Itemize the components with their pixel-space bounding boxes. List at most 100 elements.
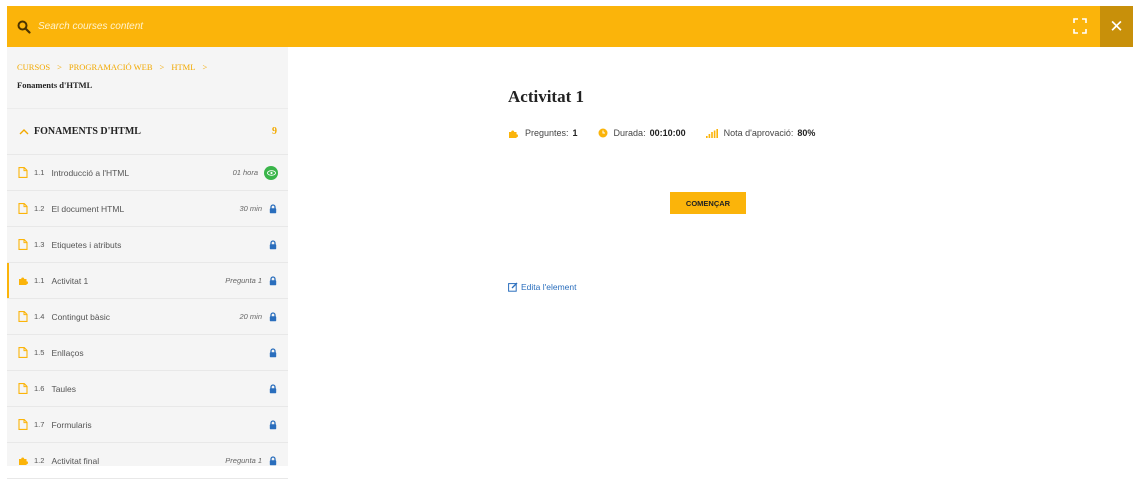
search-input[interactable] (36, 20, 340, 33)
lesson-status (268, 419, 278, 430)
section-title: Fonaments d'HTML (34, 126, 141, 137)
lesson-item[interactable]: 1.6 Taules (7, 371, 288, 407)
lesson-title: Enllaços (51, 347, 84, 358)
puzzle-icon (18, 455, 28, 466)
lock-icon (268, 203, 278, 214)
edit-icon (508, 282, 518, 292)
breadcrumb-separator: > (57, 62, 62, 72)
breadcrumb: Cursos > Programació Web > HTML > (7, 47, 288, 72)
lesson-number: 1.1 (34, 276, 45, 285)
lesson-status: 30 min (239, 203, 278, 214)
pass-value: 80% (797, 128, 816, 138)
main-content: Activitat 1 Preguntes: 1 Durada: 00:10:0… (288, 47, 1133, 466)
lesson-status (268, 239, 278, 250)
search-icon (17, 20, 31, 34)
lock-icon (268, 455, 278, 466)
close-icon: ✕ (1109, 16, 1124, 37)
duration-info: Durada: 00:10:00 (598, 128, 686, 138)
preview-eye-icon[interactable] (264, 165, 278, 180)
lesson-number: 1.5 (34, 348, 45, 357)
lesson-status: 20 min (239, 311, 278, 322)
page-icon (18, 239, 28, 250)
lesson-number: 1.2 (34, 456, 45, 465)
lesson-title: Formularis (51, 419, 92, 430)
lesson-title: Activitat 1 (51, 275, 89, 286)
puzzle-icon (509, 130, 518, 138)
questions-value: 1 (572, 128, 578, 138)
section-count: 9 (272, 126, 277, 137)
page-icon (18, 419, 28, 430)
lesson-title: Activitat final (51, 455, 100, 466)
lesson-item[interactable]: 1.1 Introducció a l'HTML 01 hora (7, 155, 288, 191)
duration-value: 00:10:00 (649, 128, 686, 138)
lock-icon (268, 383, 278, 394)
page-icon (18, 311, 28, 322)
passing-grade-info: Nota d'aprovació: 80% (705, 128, 816, 138)
breadcrumb-separator: > (159, 62, 165, 72)
duration-label: Durada: (613, 128, 646, 138)
lesson-item[interactable]: 1.3 Etiquetes i atributs (7, 227, 288, 263)
breadcrumb-area: Cursos > Programació Web > HTML > Fonaments d… (7, 47, 288, 109)
lesson-meta: Pregunta 1 (225, 276, 262, 285)
lesson-title: El document HTML (51, 203, 125, 214)
clock-icon (598, 128, 608, 138)
lesson-status (268, 383, 278, 394)
section-header[interactable]: Fonaments d'HTML 9 (7, 109, 288, 155)
lesson-number: 1.6 (34, 384, 45, 393)
breadcrumb-current: Fonaments d'HTML (17, 80, 93, 90)
lesson-list: 1.1 Introducció a l'HTML 01 hora 1.2 El docu… (7, 155, 288, 479)
questions-label: Preguntes: (525, 128, 569, 138)
lesson-number: 1.7 (34, 420, 45, 429)
lesson-title: Taules (51, 383, 77, 394)
close-button[interactable]: ✕ (1100, 6, 1133, 47)
lesson-title: Introducció a l'HTML (51, 167, 130, 178)
lesson-title: Contingut bàsic (51, 311, 111, 322)
signal-bars-icon (705, 128, 718, 138)
lesson-item[interactable]: 1.7 Formularis (7, 407, 288, 443)
quiz-meta: Preguntes: 1 Durada: 00:10:00 Nota d'apr… (508, 128, 835, 138)
chevron-up-icon (19, 128, 29, 134)
lesson-meta: 20 min (239, 312, 262, 321)
lesson-status: Pregunta 1 (225, 455, 278, 466)
lock-icon (268, 311, 278, 322)
lock-icon (268, 419, 278, 430)
lesson-number: 1.3 (34, 240, 45, 249)
lesson-status (268, 347, 278, 358)
puzzle-icon (18, 275, 28, 286)
page-icon (18, 167, 28, 178)
start-quiz-button[interactable]: Començar (670, 192, 746, 214)
lesson-number: 1.4 (34, 312, 45, 321)
lesson-item[interactable]: 1.2 El document HTML 30 min (7, 191, 288, 227)
page-title: Activitat 1 (508, 87, 585, 106)
lesson-item[interactable]: 1.4 Contingut bàsic 20 min (7, 299, 288, 335)
lesson-meta: 30 min (239, 204, 262, 213)
lesson-item[interactable]: 1.2 Activitat final Pregunta 1 (7, 443, 288, 479)
lesson-meta: Pregunta 1 (225, 456, 262, 465)
search-box (17, 20, 340, 34)
top-bar: ✕ (7, 6, 1133, 47)
lesson-number: 1.2 (34, 204, 45, 213)
lock-icon (268, 347, 278, 358)
fullscreen-icon[interactable] (1073, 18, 1087, 34)
lesson-status: 01 hora (232, 165, 278, 180)
curriculum-sidebar: Cursos > Programació Web > HTML > Fonaments d… (7, 47, 288, 479)
lesson-status: Pregunta 1 (225, 275, 278, 286)
lesson-item[interactable]: 1.1 Activitat 1 Pregunta 1 (7, 263, 288, 299)
lesson-item[interactable]: 1.5 Enllaços (7, 335, 288, 371)
breadcrumb-item[interactable]: Cursos (17, 62, 50, 72)
page-icon (18, 383, 28, 394)
page-icon (18, 203, 28, 214)
breadcrumb-item[interactable]: HTML (171, 62, 195, 72)
lock-icon (268, 239, 278, 250)
edit-item-label: Edita l'element (521, 282, 577, 292)
lesson-title: Etiquetes i atributs (51, 239, 122, 250)
edit-item-link[interactable]: Edita l'element (508, 282, 577, 292)
breadcrumb-item[interactable]: Programació Web (69, 62, 153, 72)
lock-icon (268, 275, 278, 286)
lesson-meta: 01 hora (232, 168, 258, 177)
lesson-number: 1.1 (34, 168, 45, 177)
page-icon (18, 347, 28, 358)
breadcrumb-separator: > (202, 62, 208, 72)
pass-label: Nota d'aprovació: (723, 128, 794, 138)
questions-info: Preguntes: 1 (508, 128, 578, 138)
